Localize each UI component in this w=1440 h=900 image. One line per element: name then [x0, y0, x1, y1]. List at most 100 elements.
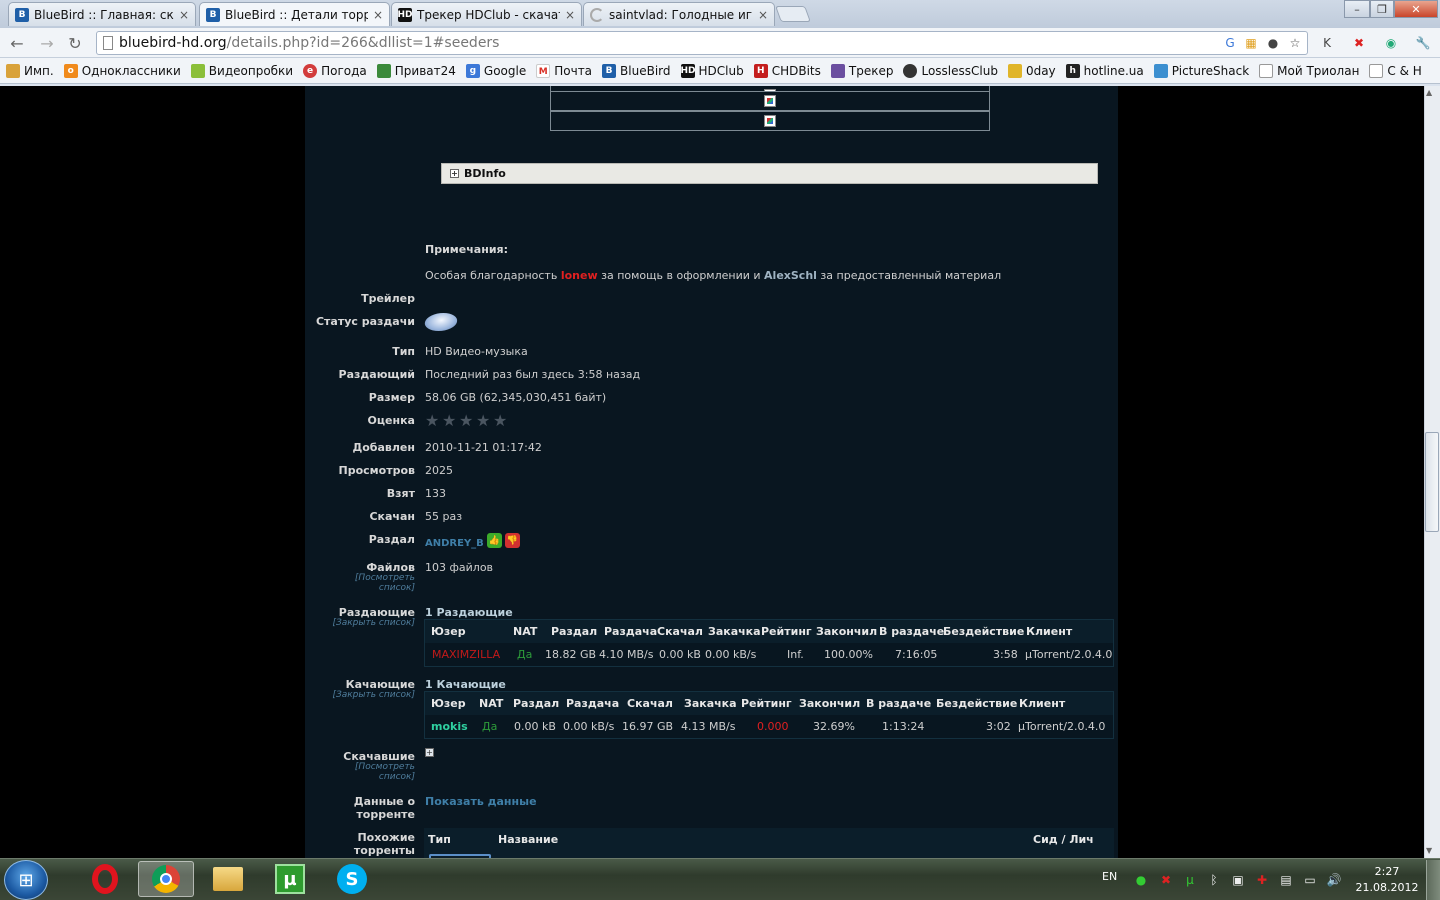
user-link-lonew[interactable]: lonew	[561, 269, 598, 282]
bookmark-item[interactable]: g Google	[465, 63, 526, 78]
bookmark-item[interactable]: h hotline.ua	[1065, 63, 1144, 78]
tab-bluebird-details[interactable]: B BlueBird :: Детали торрент ×	[199, 2, 390, 26]
col-client[interactable]: Клиент	[1019, 692, 1065, 714]
bookmark-item[interactable]: Имп.	[6, 63, 54, 78]
close-tab-icon[interactable]: ×	[373, 8, 383, 22]
col-finished[interactable]: Закончил	[816, 620, 877, 642]
utorrent-taskbar-button[interactable]: µ	[262, 861, 318, 897]
skype-taskbar-button[interactable]: S	[324, 861, 380, 897]
star-icon[interactable]: ★	[476, 413, 491, 429]
bookmark-item[interactable]: H CHDBits	[753, 63, 821, 78]
rating-stars[interactable]: ★ ★ ★ ★ ★	[425, 413, 508, 429]
col-downloaded[interactable]: Скачал	[657, 620, 703, 642]
bookmark-item[interactable]: Мой Триолан	[1259, 63, 1359, 78]
scrollbar-thumb[interactable]	[1425, 432, 1439, 532]
thumbs-up-icon[interactable]: 👍	[486, 533, 502, 548]
close-tab-icon[interactable]: ×	[758, 8, 768, 22]
reload-icon[interactable]: ↻	[64, 32, 86, 54]
tray-monitor-icon[interactable]: ▤	[1278, 872, 1294, 888]
chrome-taskbar-button[interactable]	[138, 861, 194, 897]
col-user[interactable]: Юзер	[431, 692, 466, 714]
address-bar[interactable]: bluebird-hd.org/details.php?id=266&dllis…	[96, 31, 1308, 55]
tab-bluebird-main[interactable]: B BlueBird :: Главная: скачат ×	[8, 2, 196, 26]
star-icon[interactable]: ★	[493, 413, 508, 429]
kaspersky-icon[interactable]: K	[1318, 34, 1336, 52]
show-desktop-button[interactable]	[1426, 860, 1440, 900]
bookmark-item[interactable]: e Погода	[303, 63, 367, 78]
seeders-close-list-link[interactable]: [Закрыть список]	[300, 618, 415, 628]
star-icon[interactable]: ★	[459, 413, 474, 429]
col-download-speed[interactable]: Закачка	[708, 620, 761, 642]
snatched-view-list-link[interactable]: [Посмотреть список]	[330, 762, 415, 782]
col-type[interactable]: Тип	[428, 828, 451, 850]
bluetooth-icon[interactable]: ᛒ	[1206, 872, 1222, 888]
user-link-alexschl[interactable]: AlexSchl	[764, 269, 817, 282]
bookmark-star-icon[interactable]: ☆	[1286, 34, 1304, 52]
tray-kaspersky-icon[interactable]: ✖	[1158, 872, 1174, 888]
col-finished[interactable]: Закончил	[799, 692, 860, 714]
tray-device-icon[interactable]: ▣	[1230, 872, 1246, 888]
bdinfo-spoiler[interactable]: + BDInfo	[441, 163, 1098, 184]
col-idle[interactable]: Бездействие	[943, 620, 1024, 642]
volume-icon[interactable]: 🔊	[1326, 872, 1342, 888]
files-view-list-link[interactable]: [Посмотреть список]	[330, 573, 415, 593]
explorer-taskbar-button[interactable]	[200, 861, 256, 897]
bookmark-item[interactable]: Приват24	[376, 63, 456, 78]
col-seeding-time[interactable]: В раздаче	[866, 692, 931, 714]
close-window-button[interactable]: ✕	[1394, 0, 1438, 18]
col-ratio[interactable]: Рейтинг	[761, 620, 812, 642]
uploader-link[interactable]: ANDREY_B	[425, 538, 484, 549]
leechers-close-list-link[interactable]: [Закрыть список]	[300, 690, 415, 700]
tab-hdclub[interactable]: HD Трекер HDClub - скачать ×	[391, 2, 582, 26]
bookmark-item[interactable]: M Почта	[536, 63, 592, 78]
network-icon[interactable]: ▭	[1302, 872, 1318, 888]
star-icon[interactable]: ★	[442, 413, 457, 429]
bookmark-item[interactable]: HD HDClub	[680, 63, 744, 78]
tab-saintvlad[interactable]: saintvlad: Голодные игры ×	[583, 2, 775, 26]
col-name[interactable]: Название	[498, 828, 558, 850]
opera-taskbar-button[interactable]	[77, 861, 133, 897]
tray-antivirus-icon[interactable]: ✚	[1254, 872, 1270, 888]
back-arrow-icon[interactable]: ←	[6, 32, 28, 54]
extension-icon[interactable]: ▦	[1242, 34, 1260, 52]
seeder-username[interactable]: MAXIMZILLA	[432, 648, 500, 661]
close-tab-icon[interactable]: ×	[565, 8, 575, 22]
bookmark-item[interactable]: o Одноклассники	[63, 63, 181, 78]
col-ratio[interactable]: Рейтинг	[741, 692, 792, 714]
wrench-icon[interactable]: 🔧	[1414, 34, 1432, 52]
show-data-link[interactable]: Показать данные	[425, 795, 537, 808]
new-tab-button[interactable]	[775, 6, 811, 22]
scroll-down-arrow-icon[interactable]: ▼	[1426, 846, 1432, 855]
maximize-button[interactable]: ❐	[1370, 0, 1394, 18]
col-download-speed[interactable]: Закачка	[684, 692, 737, 714]
tray-utorrent-icon[interactable]: µ	[1182, 872, 1198, 888]
col-upload-speed[interactable]: Раздача	[604, 620, 657, 642]
lightbulb-icon[interactable]: ●	[1264, 34, 1282, 52]
bookmark-item[interactable]: LosslessClub	[903, 63, 998, 78]
col-nat[interactable]: NAT	[479, 692, 503, 714]
col-downloaded[interactable]: Скачал	[627, 692, 673, 714]
scroll-up-arrow-icon[interactable]: ▲	[1426, 88, 1432, 97]
language-indicator[interactable]: EN	[1102, 870, 1117, 883]
forward-arrow-icon[interactable]: →	[36, 32, 58, 54]
expand-plus-icon[interactable]: +	[425, 748, 434, 757]
star-icon[interactable]: ★	[425, 413, 440, 429]
minimize-button[interactable]: –	[1344, 0, 1370, 18]
bookmark-item[interactable]: 0day	[1007, 63, 1056, 78]
col-upload-speed[interactable]: Раздача	[566, 692, 619, 714]
leecher-username[interactable]: mokis	[431, 720, 468, 733]
col-nat[interactable]: NAT	[513, 620, 537, 642]
bookmark-item[interactable]: C & H	[1369, 63, 1422, 78]
bookmark-item[interactable]: PictureShack	[1153, 63, 1249, 78]
tray-check-icon[interactable]: ●	[1133, 872, 1149, 888]
col-user[interactable]: Юзер	[431, 620, 466, 642]
adblock-icon[interactable]: ✖	[1350, 34, 1368, 52]
start-button[interactable]: ⊞	[4, 860, 48, 900]
col-client[interactable]: Клиент	[1026, 620, 1072, 642]
google-translate-icon[interactable]: G	[1221, 34, 1239, 52]
bookmark-item[interactable]: B BlueBird	[602, 63, 671, 78]
col-idle[interactable]: Бездействие	[936, 692, 1017, 714]
globe-icon[interactable]: ◉	[1382, 34, 1400, 52]
bookmark-item[interactable]: Видеопробки	[190, 63, 293, 78]
col-uploaded[interactable]: Раздал	[513, 692, 559, 714]
